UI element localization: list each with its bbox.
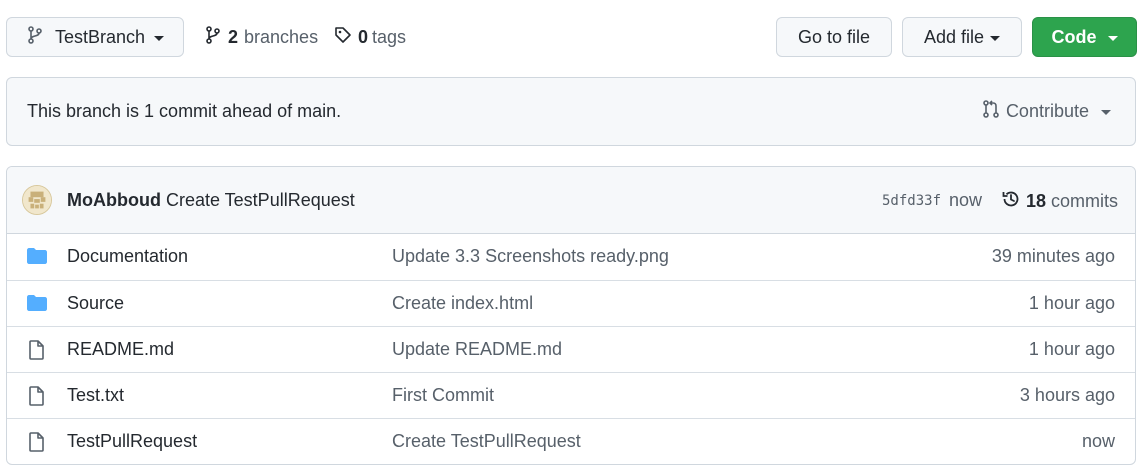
branch-selector-button[interactable]: TestBranch bbox=[6, 17, 184, 57]
table-row[interactable]: Source Create index.html 1 hour ago bbox=[7, 280, 1135, 326]
contribute-button[interactable]: Contribute bbox=[982, 99, 1111, 124]
tags-label: tags bbox=[372, 27, 407, 47]
table-row[interactable]: TestPullRequest Create TestPullRequest n… bbox=[7, 418, 1135, 464]
file-commit-message[interactable]: Update README.md bbox=[392, 339, 562, 360]
file-age: 39 minutes ago bbox=[991, 246, 1115, 266]
tags-link[interactable]: 0 tags bbox=[334, 26, 406, 49]
go-to-file-label: Go to file bbox=[797, 26, 871, 47]
tags-count: 0 bbox=[358, 27, 369, 47]
table-row[interactable]: Documentation Update 3.3 Screenshots rea… bbox=[7, 234, 1135, 280]
folder-icon bbox=[26, 294, 48, 317]
file-age: now bbox=[1081, 431, 1115, 451]
file-commit-message[interactable]: First Commit bbox=[392, 385, 494, 406]
file-age: 1 hour ago bbox=[1028, 339, 1115, 359]
commits-history-link[interactable]: 18 commits bbox=[1001, 189, 1118, 214]
commit-message[interactable]: Create TestPullRequest bbox=[166, 190, 355, 211]
file-icon bbox=[26, 340, 48, 365]
table-row[interactable]: README.md Update README.md 1 hour ago bbox=[7, 326, 1135, 372]
file-name[interactable]: README.md bbox=[67, 339, 174, 360]
file-age: 3 hours ago bbox=[1019, 385, 1115, 405]
contribute-label: Contribute bbox=[1005, 101, 1089, 121]
branches-count: 2 bbox=[228, 27, 239, 47]
git-branch-icon bbox=[205, 26, 221, 49]
file-icon bbox=[26, 432, 48, 457]
commit-author[interactable]: MoAbboud bbox=[67, 190, 161, 211]
file-rows: Documentation Update 3.3 Screenshots rea… bbox=[7, 234, 1135, 464]
table-row[interactable]: Test.txt First Commit 3 hours ago bbox=[7, 372, 1135, 418]
file-age: 1 hour ago bbox=[1028, 293, 1115, 313]
go-to-file-button[interactable]: Go to file bbox=[776, 17, 892, 57]
file-name[interactable]: Source bbox=[67, 293, 124, 314]
avatar[interactable] bbox=[22, 185, 52, 215]
commit-time: now bbox=[949, 190, 983, 210]
add-file-label: Add file bbox=[923, 26, 985, 47]
repo-toolbar: TestBranch 2 branches 0 tags Go to file … bbox=[0, 0, 1147, 76]
code-label: Code bbox=[1051, 26, 1097, 47]
history-icon bbox=[1001, 189, 1021, 214]
commits-count: 18 bbox=[1026, 191, 1047, 211]
chevron-down-icon bbox=[990, 35, 1001, 41]
branch-status-box: This branch is 1 commit ahead of main. C… bbox=[6, 77, 1136, 146]
branches-label: branches bbox=[244, 27, 319, 47]
file-listing: MoAbboud Create TestPullRequest 5dfd33f … bbox=[6, 166, 1136, 465]
branches-link[interactable]: 2 branches bbox=[205, 26, 318, 49]
code-button[interactable]: Code bbox=[1032, 17, 1137, 57]
file-name[interactable]: TestPullRequest bbox=[67, 431, 197, 452]
file-name[interactable]: Test.txt bbox=[67, 385, 124, 406]
chevron-down-icon bbox=[1101, 110, 1111, 115]
branch-status-text: This branch is 1 commit ahead of main. bbox=[27, 101, 342, 121]
chevron-down-icon bbox=[1107, 35, 1118, 41]
add-file-button[interactable]: Add file bbox=[902, 17, 1022, 57]
file-commit-message[interactable]: Update 3.3 Screenshots ready.png bbox=[392, 246, 669, 267]
pull-request-icon bbox=[982, 99, 1000, 124]
file-icon bbox=[26, 386, 48, 411]
file-name[interactable]: Documentation bbox=[67, 246, 188, 267]
tag-icon bbox=[334, 26, 352, 49]
branch-name: TestBranch bbox=[55, 26, 146, 47]
latest-commit-bar: MoAbboud Create TestPullRequest 5dfd33f … bbox=[7, 167, 1135, 234]
commits-label: commits bbox=[1051, 191, 1119, 211]
chevron-down-icon bbox=[154, 35, 165, 41]
folder-icon bbox=[26, 247, 48, 270]
file-commit-message[interactable]: Create index.html bbox=[392, 293, 533, 314]
file-commit-message[interactable]: Create TestPullRequest bbox=[392, 431, 581, 452]
commit-sha[interactable]: 5dfd33f bbox=[882, 193, 941, 209]
git-branch-icon bbox=[27, 25, 43, 49]
